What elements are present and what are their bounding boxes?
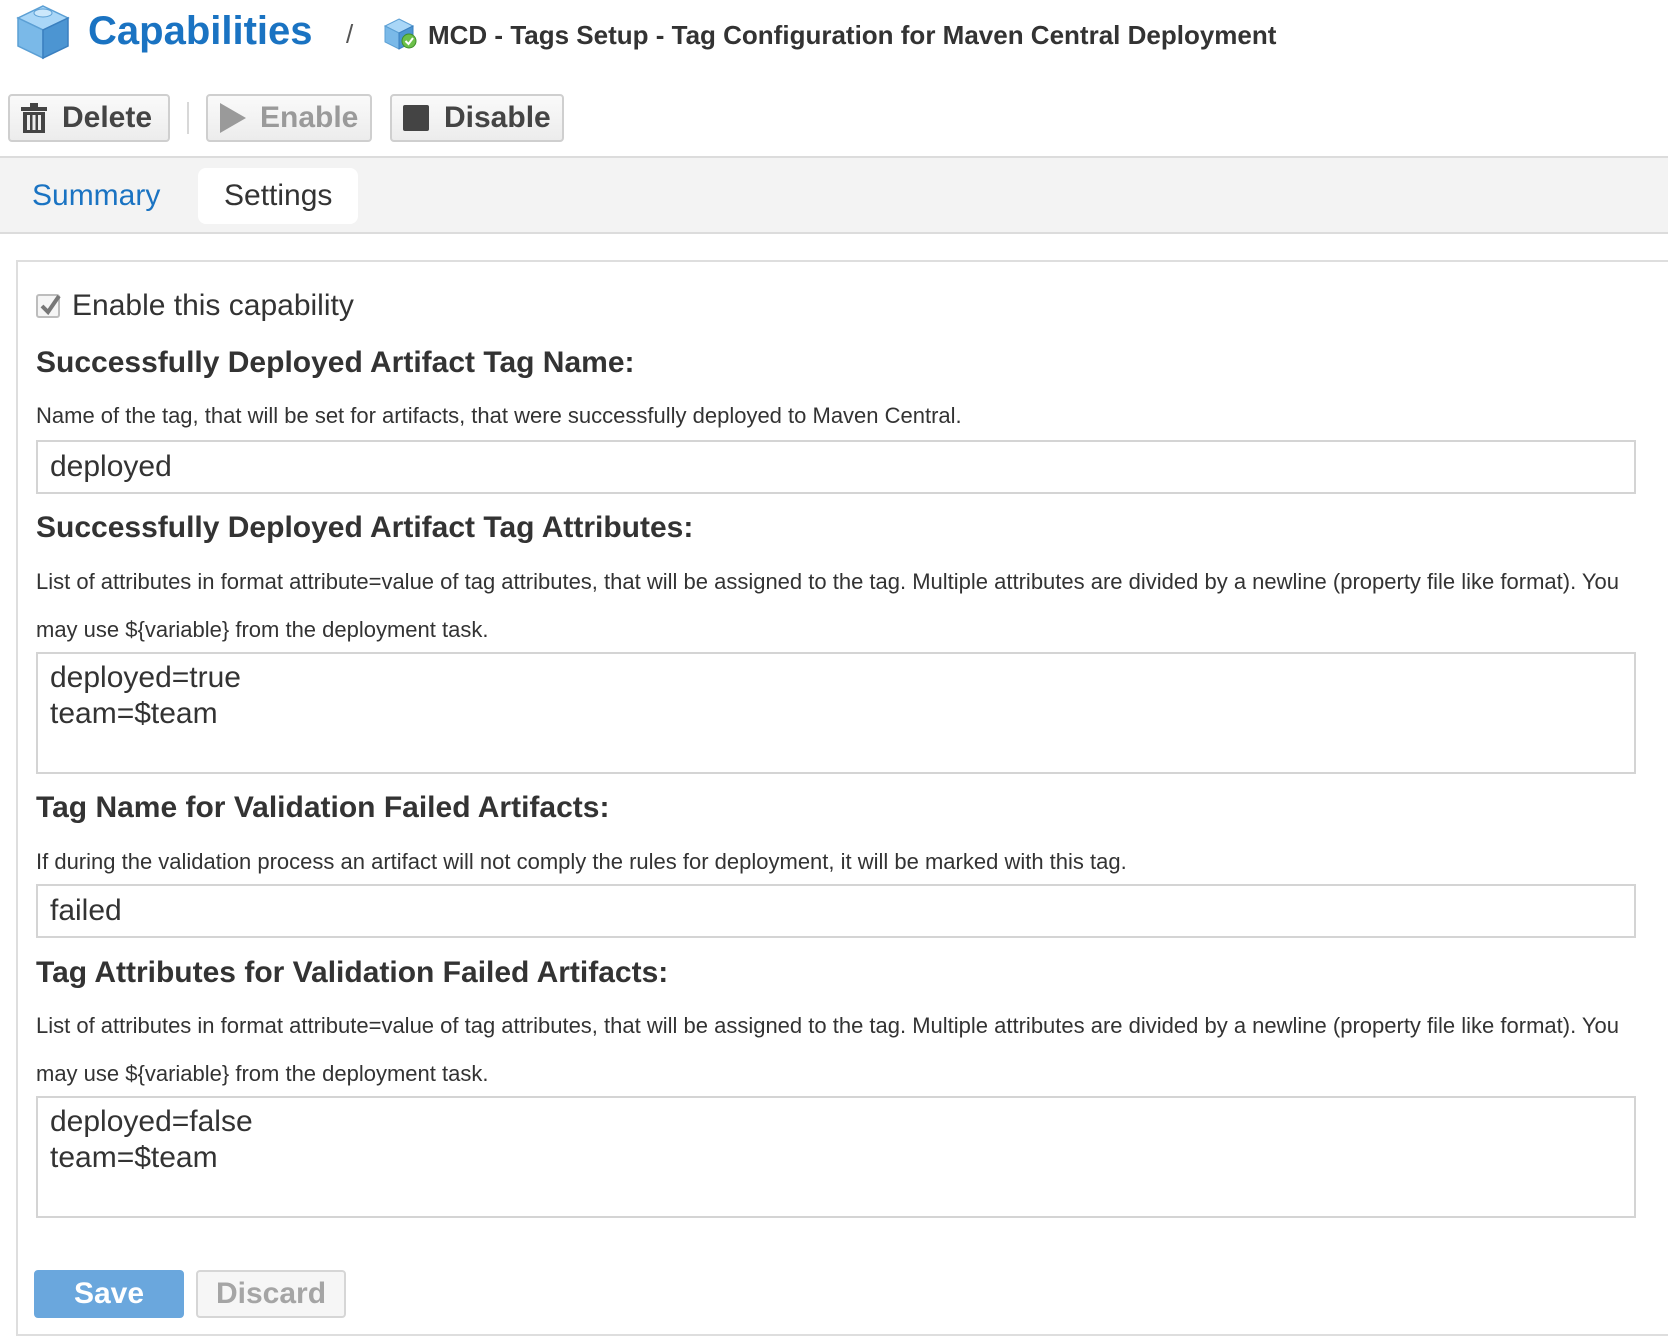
tab-bar: Summary Settings <box>0 158 1668 234</box>
stop-icon <box>402 103 430 133</box>
field-desc-deployed-tag-name: Name of the tag, that will be set for ar… <box>36 403 962 428</box>
capability-enabled-cube-icon <box>382 16 418 52</box>
breadcrumb-current: MCD - Tags Setup - Tag Configuration for… <box>428 20 1277 50</box>
enable-capability-row: Enable this capability <box>36 286 354 326</box>
delete-button[interactable]: Delete <box>8 94 170 142</box>
enable-button[interactable]: Enable <box>206 94 372 142</box>
delete-button-label: Delete <box>62 101 153 134</box>
toolbar-divider <box>187 102 189 134</box>
save-button[interactable]: Save <box>34 1270 184 1318</box>
capability-cube-icon <box>12 0 74 62</box>
trash-icon <box>20 103 48 133</box>
field-title-failed-tag-name: Tag Name for Validation Failed Artifacts… <box>36 791 610 824</box>
failed-tag-name-input[interactable]: failed <box>36 884 1636 938</box>
field-desc-failed-tag-attributes: List of attributes in format attribute=v… <box>36 1013 1620 1086</box>
deployed-tag-attributes-textarea[interactable]: deployed=true team=$team <box>36 652 1636 774</box>
disable-button-label: Disable <box>444 101 551 134</box>
play-icon <box>218 103 246 133</box>
page-header: Capabilities / MCD - Tags Setup - Tag Co… <box>0 0 1668 72</box>
deployed-tag-name-input[interactable]: deployed <box>36 440 1636 494</box>
tab-summary[interactable]: Summary <box>6 168 186 224</box>
field-title-deployed-tag-attributes: Successfully Deployed Artifact Tag Attri… <box>36 511 694 544</box>
failed-tag-attributes-textarea[interactable]: deployed=false team=$team <box>36 1096 1636 1218</box>
breadcrumb-separator: / <box>346 19 354 49</box>
enable-capability-checkbox[interactable] <box>36 294 61 318</box>
tab-settings[interactable]: Settings <box>198 168 359 224</box>
field-desc-deployed-tag-attributes: List of attributes in format attribute=v… <box>36 569 1620 642</box>
field-title-failed-tag-attributes: Tag Attributes for Validation Failed Art… <box>36 956 669 989</box>
toolbar: Delete Enable Disable <box>0 94 1668 156</box>
field-desc-failed-tag-name: If during the validation process an arti… <box>36 849 1127 874</box>
enable-capability-label: Enable this capability <box>72 289 354 322</box>
disable-button[interactable]: Disable <box>390 94 564 142</box>
field-title-deployed-tag-name: Successfully Deployed Artifact Tag Name: <box>36 346 635 379</box>
enable-button-label: Enable <box>260 101 359 134</box>
page-title[interactable]: Capabilities <box>88 6 313 56</box>
discard-button[interactable]: Discard <box>196 1270 346 1318</box>
